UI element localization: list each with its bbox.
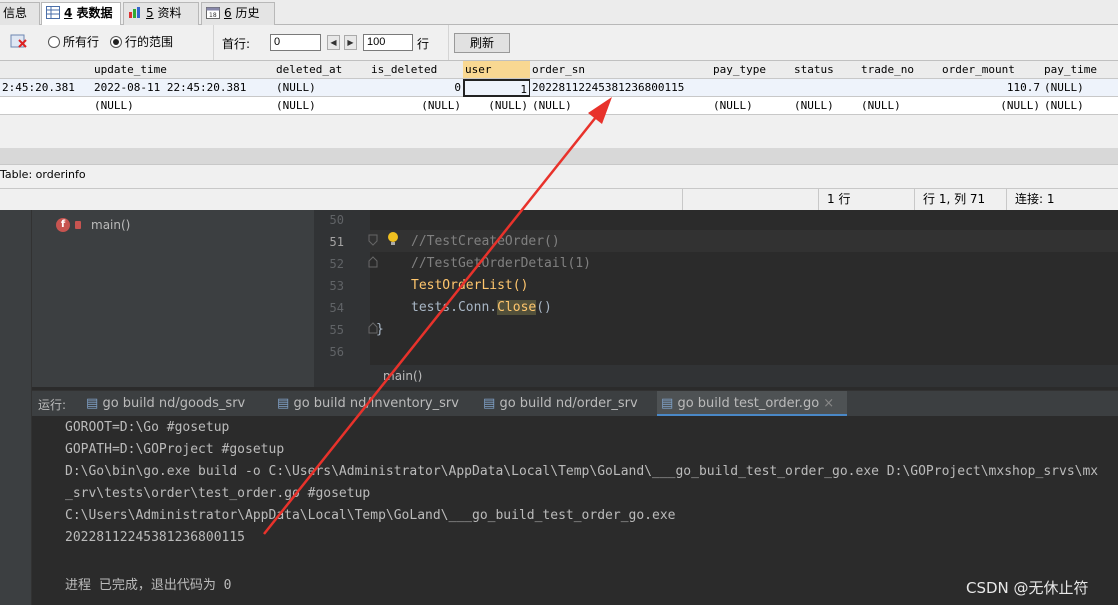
watermark: CSDN @无休止符 xyxy=(966,579,1089,597)
arrow-line xyxy=(263,111,601,535)
arrow-head xyxy=(588,97,612,124)
annotation-arrow xyxy=(263,97,612,535)
